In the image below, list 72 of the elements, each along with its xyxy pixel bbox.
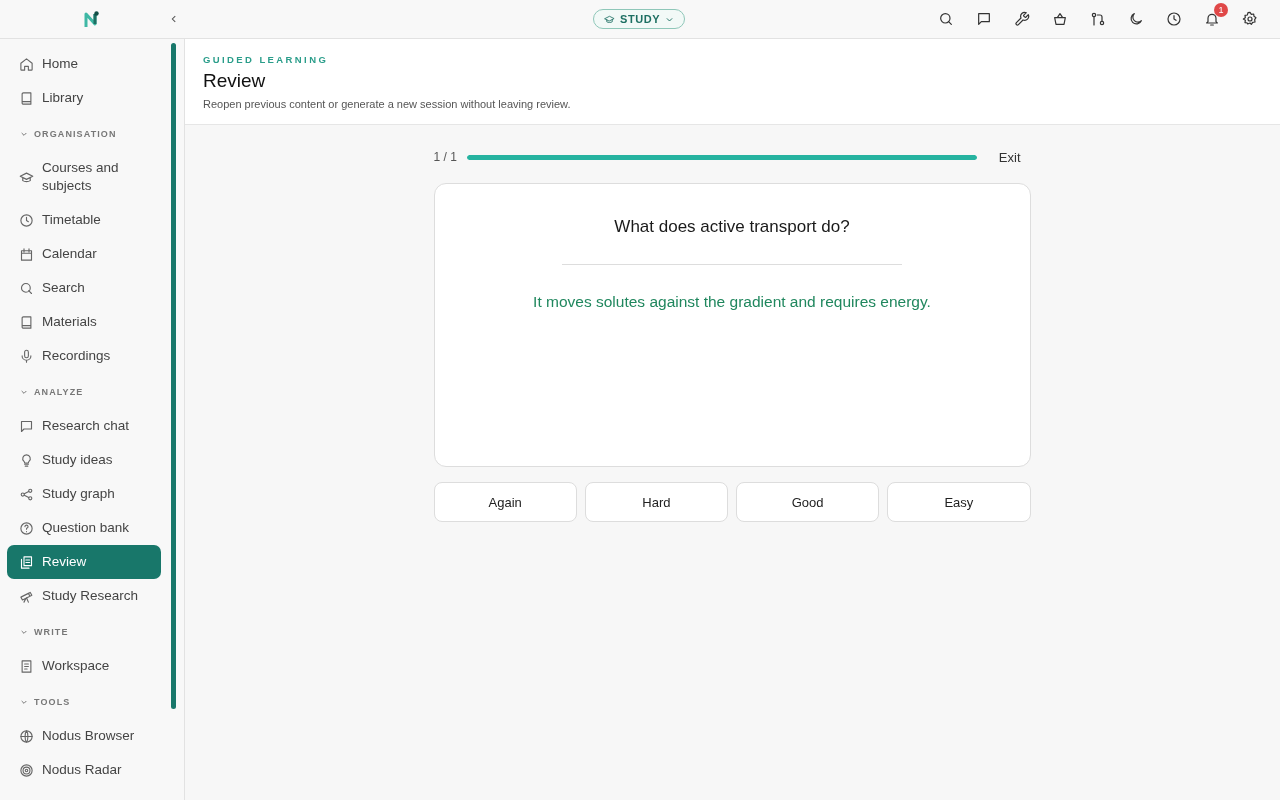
sidebar-item[interactable]: Research chat: [7, 409, 161, 443]
sidebar-item[interactable]: Home: [7, 47, 161, 81]
notification-badge: 1: [1214, 3, 1228, 17]
message-button[interactable]: [976, 11, 992, 27]
settings-button[interactable]: [1242, 11, 1258, 27]
sidebar-item[interactable]: Study ideas: [7, 443, 161, 477]
clock-icon: [19, 212, 34, 228]
section-heading: ANALYZE: [34, 386, 84, 399]
globe-icon: [19, 728, 34, 744]
question-text: What does active transport do?: [614, 217, 850, 237]
book-icon: [19, 90, 34, 106]
chat-icon: [19, 418, 34, 434]
share-graph-icon: [19, 486, 34, 502]
sidebar-item[interactable]: Nodus Browser: [7, 719, 161, 753]
branches-icon: [1090, 11, 1106, 27]
search-icon: [19, 280, 34, 296]
rating-button[interactable]: Hard: [584, 482, 728, 522]
cards-icon: [19, 554, 34, 570]
sidebar-item[interactable]: Recordings: [7, 339, 161, 373]
radar-icon: [19, 762, 34, 778]
wrench-button[interactable]: [1014, 11, 1030, 27]
branches-button[interactable]: [1090, 11, 1106, 27]
document-icon: [19, 658, 34, 674]
page-subtitle: Reopen previous content or generate a new session without leaving review.: [203, 98, 572, 110]
moon-button[interactable]: [1128, 11, 1144, 27]
home-icon: [19, 56, 34, 72]
lightbulb-icon: [19, 452, 34, 468]
rating-button[interactable]: Easy: [887, 482, 1031, 522]
notifications-button[interactable]: [1204, 11, 1220, 27]
mode-dropdown[interactable]: STUDY: [593, 9, 686, 29]
rating-button[interactable]: Good: [736, 482, 880, 522]
basket-button[interactable]: [1052, 11, 1068, 27]
graduation-cap-icon: [19, 169, 34, 185]
chevron-left-icon: [169, 14, 179, 24]
message-icon: [976, 11, 992, 27]
sidebar-item[interactable]: Study Research: [7, 579, 161, 613]
sidebar-item[interactable]: Courses and subjects: [7, 151, 161, 203]
rating-button[interactable]: Again: [433, 482, 577, 522]
search-button[interactable]: [938, 11, 954, 27]
section-heading: ORGANISATION: [34, 128, 117, 141]
settings-icon: [1242, 11, 1258, 27]
section-heading: WRITE: [34, 626, 69, 639]
section-heading: TOOLS: [34, 696, 71, 709]
graduation-cap-icon: [604, 13, 615, 25]
sidebar-item[interactable]: Nodus Radar: [7, 753, 161, 787]
book-icon: [19, 314, 34, 330]
eyebrow-label: GUIDED LEARNING: [203, 54, 330, 65]
scrollbar-thumb[interactable]: [171, 43, 176, 709]
moon-icon: [1128, 11, 1144, 27]
search-icon: [938, 11, 954, 27]
exit-button[interactable]: Exit: [986, 149, 1031, 165]
sidebar-item[interactable]: Question bank: [7, 511, 161, 545]
question-icon: [19, 520, 34, 536]
sidebar-item[interactable]: Review: [7, 545, 161, 579]
sidebar-item[interactable]: Search: [7, 271, 161, 305]
sidebar-item[interactable]: Study graph: [7, 477, 161, 511]
wrench-icon: [1014, 11, 1030, 27]
progress-counter: 1 / 1: [433, 150, 457, 164]
calendar-icon: [19, 246, 34, 262]
sidebar-item[interactable]: Materials: [7, 305, 161, 339]
clock-button[interactable]: [1166, 11, 1182, 27]
sidebar-item[interactable]: Calendar: [7, 237, 161, 271]
sidebar-item[interactable]: Workspace: [7, 649, 161, 683]
bell-icon: [1204, 11, 1220, 27]
sidebar-item[interactable]: Library: [7, 81, 161, 115]
microphone-icon: [19, 348, 34, 364]
page-title: Review: [203, 70, 267, 92]
clock-icon: [1166, 11, 1182, 27]
answer-text: It moves solutes against the gradient and requires energy.: [533, 293, 931, 311]
sidebar-item[interactable]: Timetable: [7, 203, 161, 237]
logo-icon: [84, 10, 100, 28]
basket-icon: [1052, 11, 1068, 27]
